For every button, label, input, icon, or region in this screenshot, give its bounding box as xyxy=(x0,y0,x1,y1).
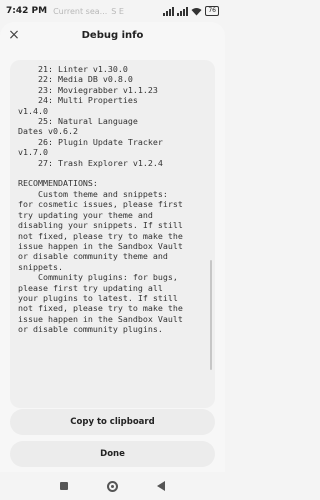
ghost-initials: S E xyxy=(111,6,124,16)
navigation-bar xyxy=(0,472,225,500)
battery-icon: 76 xyxy=(205,6,219,16)
status-bar: 7:42 PM Current sea... S E 76 xyxy=(0,0,225,22)
dialog-title: Debug info xyxy=(81,30,144,41)
debug-info-dialog: × Debug info 21: Linter v1.30.0 22: Medi… xyxy=(0,22,225,472)
scrollbar[interactable] xyxy=(210,260,212,370)
square-icon[interactable] xyxy=(59,482,68,490)
copy-to-clipboard-button[interactable]: Copy to clipboard xyxy=(10,409,215,435)
status-icons: 76 xyxy=(163,6,219,16)
status-time: 7:42 PM xyxy=(6,6,48,16)
screen: 7:42 PM Current sea... S E 76 × Debug in… xyxy=(0,0,225,500)
circle-icon[interactable] xyxy=(106,480,118,492)
ghost-text: Current sea... xyxy=(53,6,108,16)
debug-text: 21: Linter v1.30.0 22: Media DB v0.8.0 2… xyxy=(18,64,183,335)
debug-text-area[interactable]: 21: Linter v1.30.0 22: Media DB v0.8.0 2… xyxy=(10,60,215,408)
signal-icon xyxy=(163,6,175,16)
triangle-back-icon[interactable] xyxy=(157,481,166,491)
signal-icon-2 xyxy=(177,6,189,16)
wifi-icon xyxy=(191,7,202,15)
done-button[interactable]: Done xyxy=(10,441,215,467)
